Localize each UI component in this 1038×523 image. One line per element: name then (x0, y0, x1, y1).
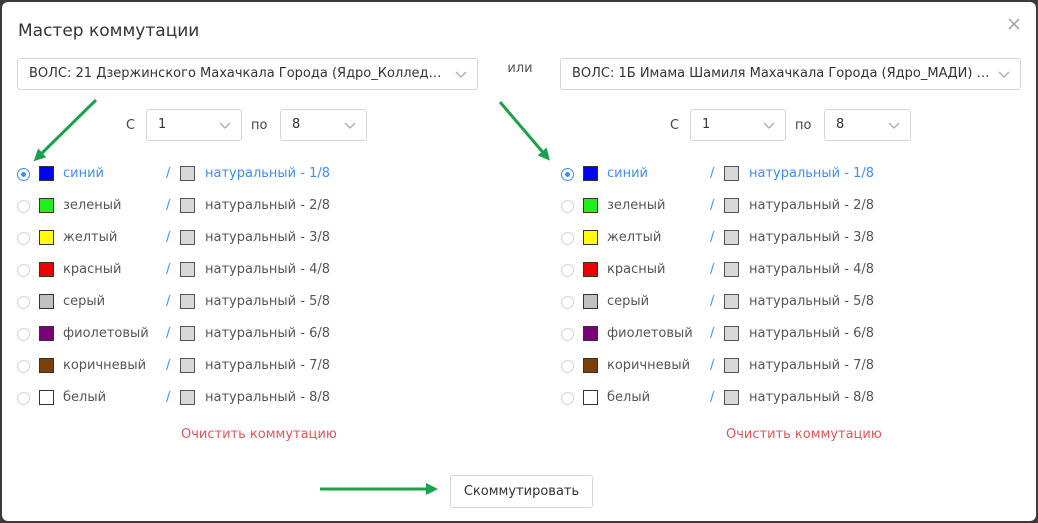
green-arrow-annotation (498, 101, 550, 161)
green-arrow-annotation (33, 98, 98, 162)
annotation-arrows (33, 98, 550, 495)
